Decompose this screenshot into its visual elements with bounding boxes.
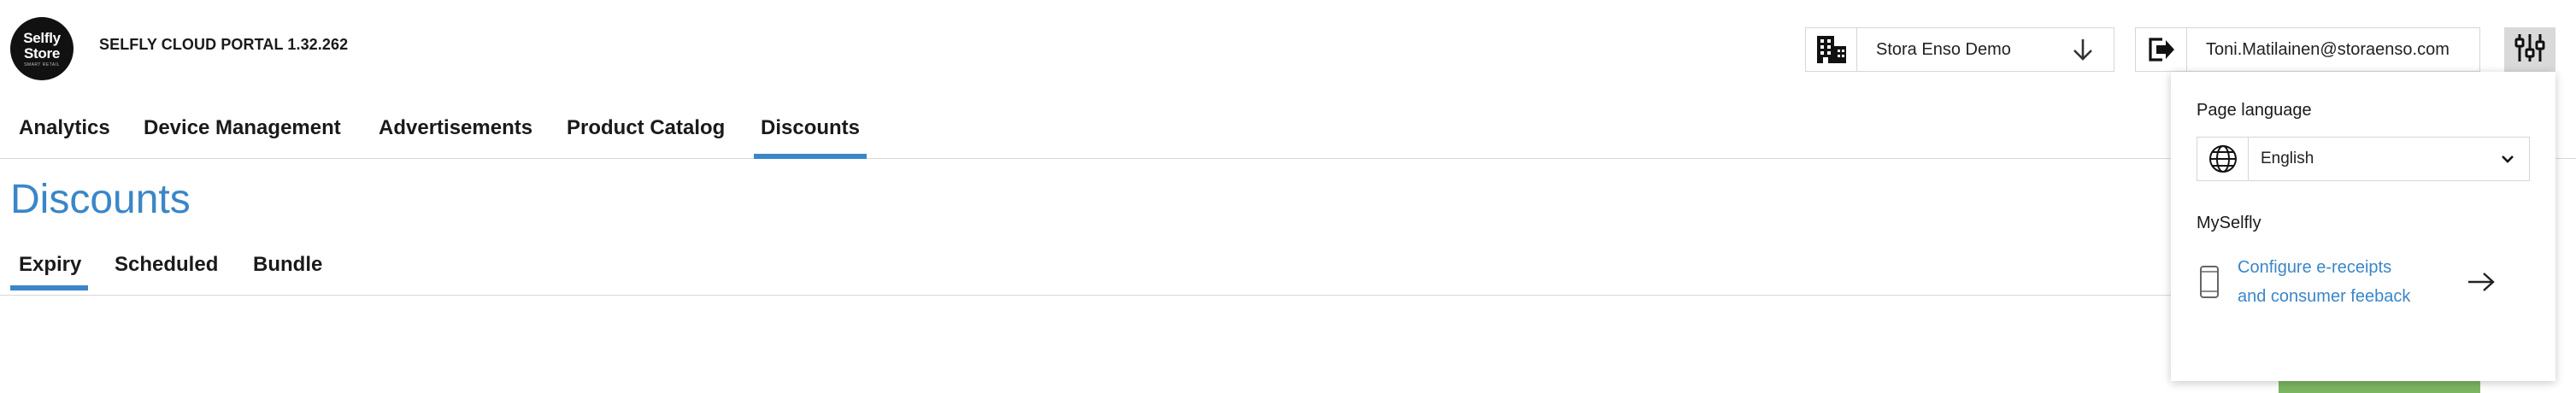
language-select[interactable]: English — [2197, 137, 2530, 181]
building-icon — [1806, 28, 1857, 71]
configure-ereceipts-link[interactable]: Configure e-receipts and consumer feebac… — [2197, 249, 2530, 314]
language-value: English — [2261, 150, 2314, 167]
nav-product-catalog[interactable]: Product Catalog — [567, 116, 725, 140]
myselfly-section-label: MySelfly — [2197, 214, 2261, 232]
arrow-right-icon — [2467, 272, 2496, 292]
chevron-down-icon — [2486, 154, 2529, 164]
tab-scheduled[interactable]: Scheduled — [115, 253, 218, 277]
logout-icon[interactable] — [2136, 28, 2187, 71]
user-email: Toni.Matilainen@storaenso.com — [2206, 39, 2450, 59]
selfly-store-logo: Selfly Store SMART RETAIL — [10, 17, 74, 80]
discount-tabs: Expiry Scheduled Bundle — [0, 248, 2171, 296]
store-selector-value: Stora Enso Demo — [1876, 39, 2011, 59]
tab-expiry[interactable]: Expiry — [9, 253, 89, 290]
nav-device-management[interactable]: Device Management — [144, 116, 341, 140]
store-selector[interactable]: Stora Enso Demo — [1805, 27, 2114, 72]
app-title: SELFLY CLOUD PORTAL 1.32.262 — [99, 36, 349, 53]
sliders-icon — [2513, 31, 2547, 69]
page-title: Discounts — [10, 177, 191, 222]
tab-bundle[interactable]: Bundle — [253, 253, 322, 277]
nav-advertisements[interactable]: Advertisements — [379, 116, 532, 140]
page-language-label: Page language — [2197, 101, 2312, 120]
settings-panel: Page language English MySelfly Configure… — [2171, 72, 2555, 381]
phone-icon — [2197, 265, 2222, 299]
nav-discounts[interactable]: Discounts — [753, 116, 867, 159]
nav-analytics[interactable]: Analytics — [19, 116, 110, 140]
configure-ereceipts-text[interactable]: Configure e-receipts and consumer feebac… — [2238, 253, 2460, 311]
settings-button[interactable] — [2504, 27, 2555, 72]
globe-icon — [2197, 138, 2249, 180]
arrow-down-icon — [2052, 38, 2114, 62]
user-account-box[interactable]: Toni.Matilainen@storaenso.com — [2135, 27, 2480, 72]
green-action-button[interactable] — [2279, 381, 2480, 393]
